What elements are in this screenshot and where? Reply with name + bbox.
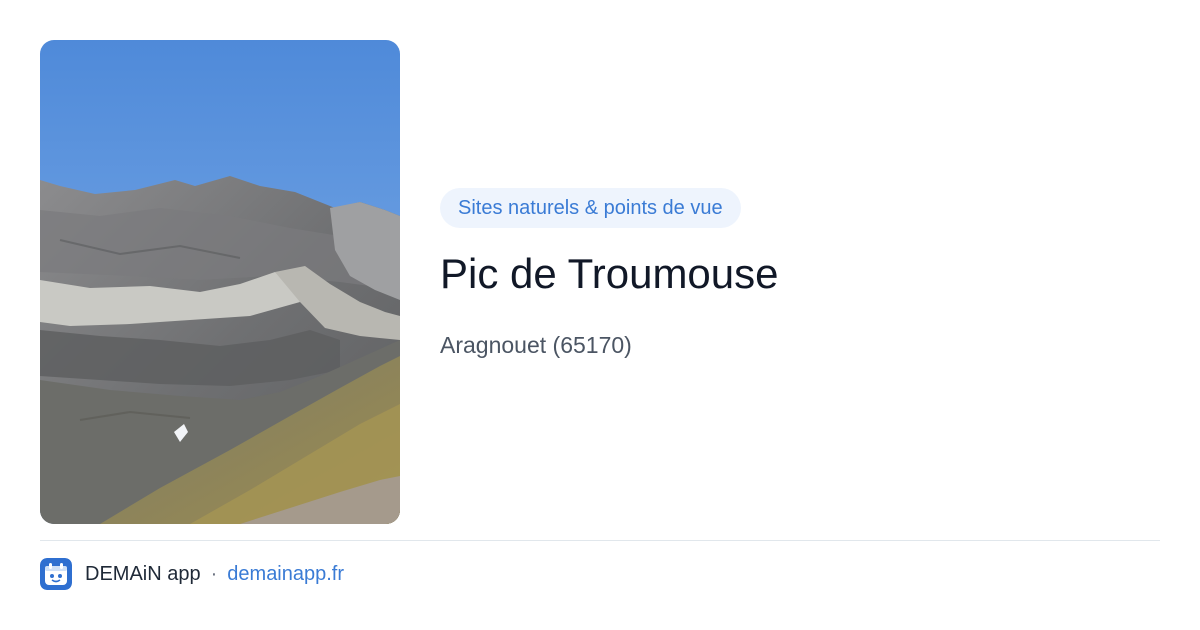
- place-title: Pic de Troumouse: [440, 250, 779, 297]
- app-footer: DEMAiN app · demainapp.fr: [40, 558, 344, 590]
- footer-divider: [40, 540, 1160, 541]
- app-name: DEMAiN app: [85, 562, 201, 585]
- place-location: Aragnouet (65170): [440, 332, 632, 358]
- place-info: Sites naturels & points de vue Pic de Tr…: [440, 188, 1160, 360]
- share-card: Sites naturels & points de vue Pic de Tr…: [0, 0, 1200, 630]
- footer-separator: ·: [210, 562, 218, 585]
- mountain-landscape-photo: [40, 40, 400, 524]
- app-domain-link[interactable]: demainapp.fr: [227, 563, 344, 586]
- demain-app-logo-icon[interactable]: [40, 558, 72, 590]
- category-chip[interactable]: Sites naturels & points de vue: [440, 188, 741, 228]
- place-photo: [40, 40, 400, 524]
